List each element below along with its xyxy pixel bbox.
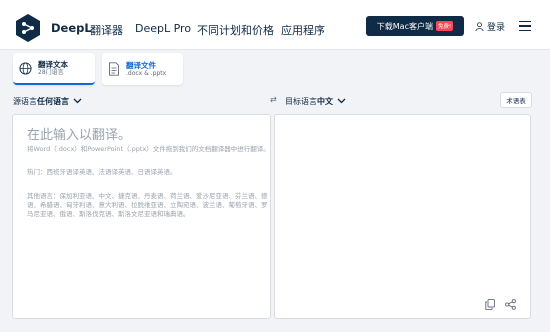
nav-pricing[interactable]: 不同计划和价格 xyxy=(197,22,274,38)
user-icon xyxy=(475,22,484,31)
deepl-logo-icon[interactable] xyxy=(13,13,43,43)
share-icon[interactable] xyxy=(505,299,516,310)
source-text-panel[interactable]: 在此输入以翻译。 将Word（.docx）和PowerPoint（.pptx）文… xyxy=(12,114,271,319)
hint-drag-files: 将Word（.docx）和PowerPoint（.pptx）文件拖到我们的文档翻… xyxy=(27,145,270,153)
glossary-button[interactable]: 术语表 xyxy=(500,92,532,108)
brand-name[interactable]: DeepL xyxy=(51,21,92,35)
target-language-value: 中文 xyxy=(317,96,333,106)
nav-apps[interactable]: 应用程序 xyxy=(281,22,325,38)
chevron-down-icon xyxy=(337,98,346,104)
download-mac-button[interactable]: 下载Mac客户端 免费! xyxy=(366,16,464,36)
target-text-panel[interactable] xyxy=(274,114,531,319)
file-icon xyxy=(109,62,119,76)
swap-languages-icon[interactable]: ⇄ xyxy=(270,95,277,104)
target-language-select[interactable]: 目标语言 中文 xyxy=(285,92,346,110)
top-header: DeepL 翻译器 DeepL Pro 不同计划和价格 应用程序 下载Mac客户… xyxy=(0,0,550,50)
brand-subtitle[interactable]: 翻译器 xyxy=(90,22,123,38)
globe-icon xyxy=(19,61,32,75)
source-language-prefix: 源语言 xyxy=(13,96,37,106)
source-language-value: 任何语言 xyxy=(37,96,69,106)
login-label: 登录 xyxy=(487,23,506,33)
nav-deepl-pro[interactable]: DeepL Pro xyxy=(135,22,191,35)
tab-subtitle: 28门语言 xyxy=(38,68,64,76)
hint-other-languages: 其他语言：保加利亚语、中文、捷克语、丹麦语、荷兰语、爱沙尼亚语、芬兰语、德语、希… xyxy=(27,192,268,218)
chevron-down-icon xyxy=(73,98,82,104)
free-badge: 免费! xyxy=(435,21,454,31)
login-button[interactable]: 登录 xyxy=(475,20,505,33)
hamburger-menu-icon[interactable] xyxy=(519,21,531,31)
target-language-prefix: 目标语言 xyxy=(285,96,317,106)
tab-title: 翻译文件 xyxy=(126,60,156,70)
download-label: 下载Mac客户端 xyxy=(376,21,433,31)
source-placeholder: 在此输入以翻译。 xyxy=(27,128,132,143)
tab-title: 翻译文本 xyxy=(38,59,68,69)
hint-popular: 热门：西班牙语译英语、法语译英语、日语译英语。 xyxy=(27,168,177,176)
tab-translate-text[interactable]: 翻译文本 28门语言 xyxy=(13,53,95,85)
copy-icon[interactable] xyxy=(485,299,495,310)
tab-translate-files[interactable]: 翻译文件 .docx & .pptx xyxy=(102,53,183,85)
source-language-select[interactable]: 源语言 任何语言 xyxy=(13,92,82,110)
target-actions xyxy=(485,299,516,310)
tab-subtitle: .docx & .pptx xyxy=(126,69,167,77)
